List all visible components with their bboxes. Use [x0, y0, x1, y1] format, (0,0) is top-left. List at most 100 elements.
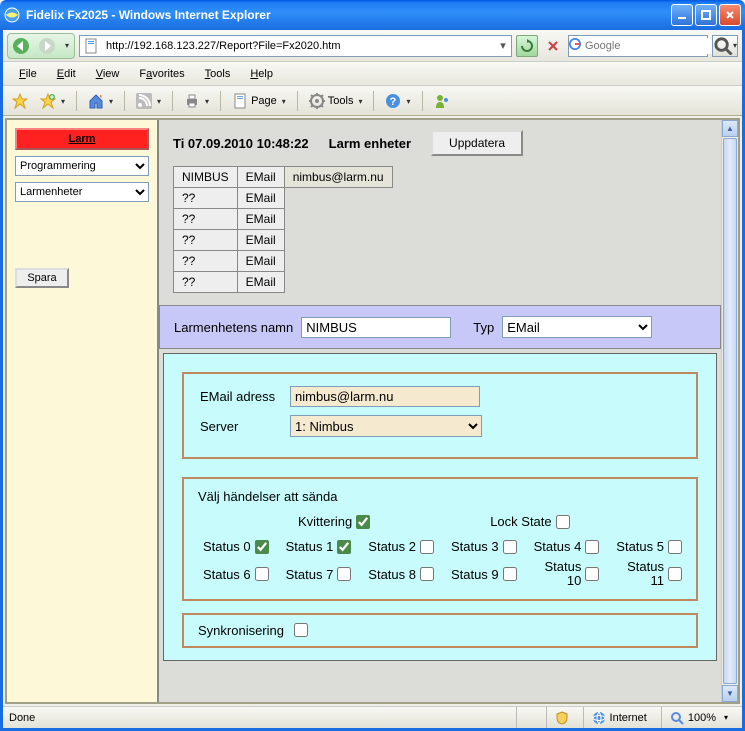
- status1-checkbox[interactable]: [337, 540, 351, 554]
- table-row[interactable]: ??EMail: [174, 251, 393, 272]
- device-table: NIMBUSEMailnimbus@larm.nu ??EMail ??EMai…: [173, 166, 393, 293]
- email-label: EMail adress: [200, 389, 290, 404]
- status0-label: Status 0: [203, 539, 251, 554]
- address-bar[interactable]: ▾: [79, 35, 512, 57]
- status11-checkbox[interactable]: [668, 567, 682, 581]
- table-row[interactable]: ??EMail: [174, 230, 393, 251]
- vertical-scrollbar[interactable]: ▲ ▼: [721, 120, 738, 702]
- sidebar: Larm Programmering Larmenheter Spara: [7, 120, 159, 702]
- help-button[interactable]: ?: [382, 91, 413, 111]
- status3-checkbox[interactable]: [503, 540, 517, 554]
- status0-checkbox[interactable]: [255, 540, 269, 554]
- url-input[interactable]: [104, 38, 495, 54]
- status7-checkbox[interactable]: [337, 567, 351, 581]
- kvittering-checkbox[interactable]: [356, 515, 370, 529]
- status8-label: Status 8: [368, 567, 416, 582]
- kvittering-label: Kvittering: [298, 514, 352, 529]
- status10-label: Status10: [544, 560, 581, 589]
- messenger-icon[interactable]: [431, 91, 453, 111]
- refresh-button[interactable]: [516, 35, 538, 57]
- status4-checkbox[interactable]: [585, 540, 599, 554]
- status2-label: Status 2: [368, 539, 416, 554]
- email-server-group: EMail adress Server 1: Nimbus: [182, 372, 698, 459]
- lockstate-checkbox[interactable]: [556, 515, 570, 529]
- menu-view[interactable]: View: [88, 66, 128, 82]
- status9-label: Status 9: [451, 567, 499, 582]
- status8-checkbox[interactable]: [420, 567, 434, 581]
- email-input[interactable]: [290, 386, 480, 407]
- back-button[interactable]: [8, 34, 34, 58]
- url-dropdown[interactable]: ▾: [495, 39, 511, 52]
- sync-label: Synkronisering: [198, 623, 284, 638]
- table-row[interactable]: NIMBUSEMailnimbus@larm.nu: [174, 167, 393, 188]
- table-row[interactable]: ??EMail: [174, 272, 393, 293]
- sync-group: Synkronisering: [182, 613, 698, 648]
- status10-checkbox[interactable]: [585, 567, 599, 581]
- status-zoom[interactable]: 100%▾: [661, 707, 736, 728]
- globe-icon: [592, 711, 606, 725]
- server-label: Server: [200, 419, 290, 434]
- title-bar: Fidelix Fx2025 - Windows Internet Explor…: [0, 0, 745, 30]
- status-zone[interactable]: Internet: [583, 707, 655, 728]
- google-icon: [569, 38, 581, 53]
- feeds-button[interactable]: [133, 91, 164, 111]
- name-label: Larmenhetens namn: [174, 320, 293, 335]
- sync-checkbox[interactable]: [294, 623, 308, 637]
- scroll-down-button[interactable]: ▼: [722, 685, 738, 702]
- search-box[interactable]: ▾: [568, 35, 708, 57]
- status-pane-blank1: [516, 707, 540, 728]
- menu-help[interactable]: Help: [242, 66, 281, 82]
- command-toolbar: Page Tools ?: [3, 86, 742, 116]
- table-row[interactable]: ??EMail: [174, 188, 393, 209]
- events-group: Välj händelser att sända Kvittering Lock…: [182, 477, 698, 601]
- datetime-text: Ti 07.09.2010 10:48:22: [173, 136, 309, 151]
- typ-select[interactable]: EMail: [502, 316, 652, 338]
- menu-tools[interactable]: Tools: [197, 66, 239, 82]
- status3-label: Status 3: [451, 539, 499, 554]
- nav-history-dropdown[interactable]: [60, 34, 74, 58]
- status9-checkbox[interactable]: [503, 567, 517, 581]
- back-forward-group: [7, 33, 75, 59]
- section-title: Larm enheter: [329, 136, 411, 151]
- menu-edit[interactable]: Edit: [49, 66, 84, 82]
- print-button[interactable]: [181, 91, 212, 111]
- zoom-icon: [670, 711, 684, 725]
- add-favorite-icon[interactable]: [37, 91, 68, 111]
- name-type-row: Larmenhetens namn Typ EMail: [159, 305, 721, 349]
- larmenheter-select[interactable]: Larmenheter: [15, 182, 149, 202]
- forward-button[interactable]: [34, 34, 60, 58]
- status-bar: Done Internet 100%▾: [3, 706, 742, 728]
- close-button[interactable]: [719, 4, 741, 26]
- favorites-star-icon[interactable]: [9, 91, 31, 111]
- menu-favorites[interactable]: Favorites: [131, 66, 192, 82]
- uppdatera-button[interactable]: Uppdatera: [431, 130, 523, 156]
- page-icon: [84, 38, 100, 54]
- stop-button[interactable]: [542, 35, 564, 57]
- window-title: Fidelix Fx2025 - Windows Internet Explor…: [26, 8, 671, 22]
- status-done: Done: [9, 712, 35, 724]
- page-menu[interactable]: Page: [229, 91, 289, 111]
- programmering-select[interactable]: Programmering: [15, 156, 149, 176]
- status1-label: Status 1: [286, 539, 334, 554]
- menu-file[interactable]: File: [11, 66, 45, 82]
- search-input[interactable]: [581, 38, 731, 54]
- maximize-button[interactable]: [695, 4, 717, 26]
- name-input[interactable]: [301, 317, 451, 338]
- scroll-up-button[interactable]: ▲: [722, 120, 738, 137]
- status5-checkbox[interactable]: [668, 540, 682, 554]
- search-button[interactable]: ▾: [712, 35, 738, 57]
- status2-checkbox[interactable]: [420, 540, 434, 554]
- minimize-button[interactable]: [671, 4, 693, 26]
- menu-bar: File Edit View Favorites Tools Help: [3, 62, 742, 86]
- status5-label: Status 5: [616, 539, 664, 554]
- scroll-thumb[interactable]: [723, 138, 737, 684]
- larm-button[interactable]: Larm: [15, 128, 149, 150]
- table-row[interactable]: ??EMail: [174, 209, 393, 230]
- server-select[interactable]: 1: Nimbus: [290, 415, 482, 437]
- home-button[interactable]: [85, 91, 116, 111]
- spara-button[interactable]: Spara: [15, 268, 69, 288]
- status6-checkbox[interactable]: [255, 567, 269, 581]
- content-area: Larm Programmering Larmenheter Spara Ti …: [5, 118, 740, 704]
- status11-label: Status11: [627, 560, 664, 589]
- tools-menu[interactable]: Tools: [306, 91, 366, 111]
